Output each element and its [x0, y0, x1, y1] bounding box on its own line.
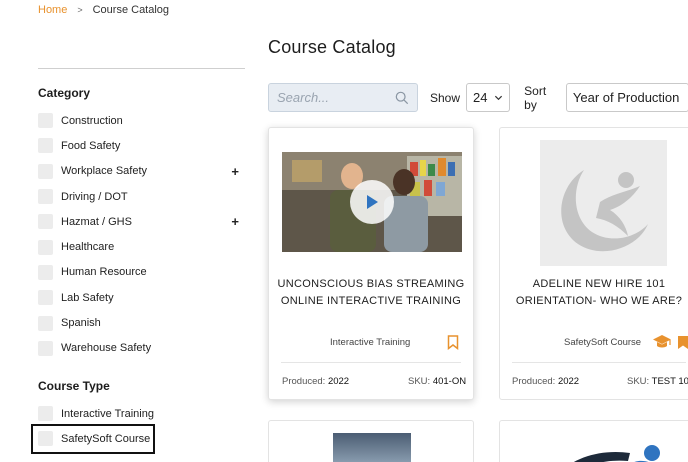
category-filter-workplace-safety[interactable]: Workplace Safety +	[38, 159, 245, 184]
sku-info: SKU: 401-ON	[408, 376, 466, 387]
company-logo-image	[561, 170, 648, 252]
course-title-line: UNCONSCIOUS BIAS STREAMING	[277, 278, 465, 290]
sku-info: SKU: TEST 102	[627, 376, 688, 387]
filter-label: Hazmat / GHS	[61, 215, 132, 228]
course-title[interactable]: UNCONSCIOUS BIAS STREAMING ONLINE INTERA…	[277, 276, 465, 310]
filter-label: Spanish	[61, 317, 101, 330]
checkbox[interactable]	[38, 340, 53, 356]
expand-plus-icon[interactable]: +	[231, 214, 239, 229]
category-filter-human-resource[interactable]: Human Resource	[38, 260, 245, 285]
course-card[interactable]: ADELINE NEW HIRE 101 ORIENTATION- WHO WE…	[499, 127, 688, 400]
filter-label: Construction	[61, 114, 123, 127]
filter-label: SafetySoft Course	[61, 432, 151, 445]
filter-label: Food Safety	[61, 139, 121, 152]
show-label: Show	[430, 90, 461, 105]
sort-value: Year of Production	[572, 90, 680, 105]
breadcrumb-home-link[interactable]: Home	[38, 4, 67, 16]
checkbox[interactable]	[38, 239, 53, 255]
breadcrumb: Home > Course Catalog	[38, 4, 169, 16]
course-thumbnail-video[interactable]	[282, 152, 462, 252]
course-card[interactable]	[499, 420, 688, 462]
category-filter-healthcare[interactable]: Healthcare	[38, 234, 245, 259]
course-title-line: ONLINE INTERACTIVE TRAINING	[280, 295, 462, 307]
search-input[interactable]	[277, 90, 395, 105]
checkbox[interactable]	[38, 264, 53, 280]
checkbox[interactable]	[38, 214, 53, 230]
produced-year: 2022	[557, 376, 580, 387]
produced-label: Produced:	[282, 376, 326, 387]
filter-label: Warehouse Safety	[61, 342, 152, 355]
filter-label: Driving / DOT	[61, 190, 128, 203]
bookmark-icon[interactable]	[447, 335, 459, 350]
play-icon	[367, 195, 378, 209]
show-count-value: 24	[473, 90, 488, 105]
category-filter-construction[interactable]: Construction	[38, 108, 245, 133]
sku-label: SKU:	[408, 376, 431, 387]
course-title-line: ADELINE NEW HIRE 101	[532, 278, 666, 290]
category-filter-food-safety[interactable]: Food Safety	[38, 133, 245, 158]
course-logo-image	[574, 445, 660, 462]
checkbox[interactable]	[38, 290, 53, 306]
search-box[interactable]	[268, 83, 418, 112]
filter-label: Interactive Training	[61, 407, 154, 420]
category-filter-spanish[interactable]: Spanish	[38, 310, 245, 335]
produced-year: 2022	[327, 376, 350, 387]
card-divider	[512, 362, 686, 363]
page-title: Course Catalog	[268, 37, 396, 57]
course-type-heading: Course Type	[38, 378, 110, 393]
show-count-select[interactable]: 24	[466, 83, 511, 112]
filter-label: Workplace Safety	[61, 165, 148, 178]
course-type-filter-safetysoft-course[interactable]: SafetySoft Course	[31, 424, 155, 454]
breadcrumb-current: Course Catalog	[92, 4, 170, 16]
checkbox[interactable]	[38, 163, 53, 179]
bookmark-icon[interactable]	[677, 335, 688, 350]
checkbox[interactable]	[38, 431, 53, 447]
course-thumbnail[interactable]	[333, 433, 411, 462]
produced-info: Produced: 2022	[282, 376, 349, 387]
category-filter-warehouse-safety[interactable]: Warehouse Safety	[38, 336, 245, 361]
breadcrumb-separator: >	[77, 5, 83, 15]
play-button[interactable]	[350, 180, 394, 224]
sidebar-divider	[38, 68, 245, 69]
checkbox[interactable]	[38, 315, 53, 331]
course-title-line: ORIENTATION- WHO WE ARE?	[515, 295, 683, 307]
category-filter-lab-safety[interactable]: Lab Safety	[38, 285, 245, 310]
category-filter-driving-dot[interactable]: Driving / DOT	[38, 184, 245, 209]
produced-label: Produced:	[512, 376, 556, 387]
graduation-cap-icon	[653, 335, 671, 348]
produced-info: Produced: 2022	[512, 376, 579, 387]
checkbox[interactable]	[38, 406, 53, 422]
sort-label: Sort by	[524, 83, 547, 112]
filter-sidebar: Category Construction Food Safety Workpl…	[31, 68, 245, 454]
course-card[interactable]	[268, 420, 474, 462]
course-thumbnail-logo[interactable]	[540, 140, 667, 266]
catalog-toolbar: Show 24 Sort by Year of Production	[268, 83, 688, 112]
checkbox[interactable]	[38, 113, 53, 129]
filter-label: Human Resource	[61, 266, 147, 279]
sort-select[interactable]: Year of Production	[565, 83, 688, 112]
expand-plus-icon[interactable]: +	[231, 164, 239, 179]
sku-label: SKU:	[627, 376, 650, 387]
category-heading: Category	[38, 86, 91, 100]
sku-value: TEST 102	[651, 376, 688, 387]
search-icon[interactable]	[395, 91, 409, 105]
filter-label: Healthcare	[61, 241, 115, 254]
checkbox[interactable]	[38, 189, 53, 205]
course-type-filter-interactive-training[interactable]: Interactive Training	[38, 401, 245, 426]
course-type-label: SafetySoft Course	[564, 337, 642, 348]
card-divider	[281, 362, 461, 363]
filter-label: Lab Safety	[61, 291, 114, 304]
chevron-down-icon	[495, 95, 503, 101]
category-filter-hazmat-ghs[interactable]: Hazmat / GHS +	[38, 209, 245, 234]
course-title[interactable]: ADELINE NEW HIRE 101 ORIENTATION- WHO WE…	[508, 276, 688, 310]
course-card[interactable]: UNCONSCIOUS BIAS STREAMING ONLINE INTERA…	[268, 127, 474, 400]
course-type-label: Interactive Training	[330, 337, 411, 348]
checkbox[interactable]	[38, 138, 53, 154]
sku-value: 401-ON	[432, 376, 467, 387]
